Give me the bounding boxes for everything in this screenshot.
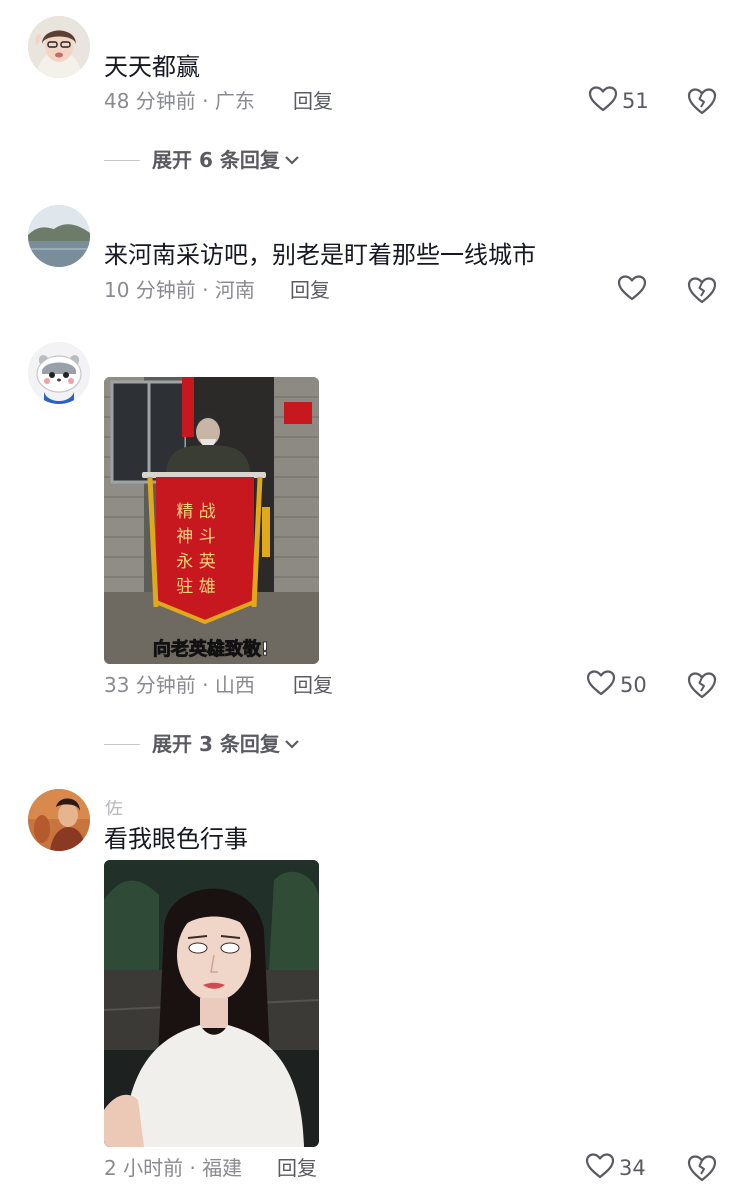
dislike-button[interactable] (686, 1153, 718, 1183)
comment-meta: 10 分钟前 · 河南 (104, 277, 255, 303)
username[interactable]: 佐 (105, 800, 124, 816)
banner-text: 驻 雄 (176, 577, 215, 597)
svg-text:向老英雄致敬!: 向老英雄致敬! (153, 638, 269, 660)
expand-replies-label: 展开 3 条回复 (152, 732, 280, 756)
comment-meta: 48 分钟前 · 广东 (104, 88, 255, 114)
expand-replies-button[interactable]: 展开 3 条回复 (104, 729, 300, 759)
meta-separator: · (202, 278, 209, 302)
comment-image[interactable]: 精 战 神 斗 永 英 驻 雄 向老英雄致敬! (104, 377, 319, 664)
comment-meta: 33 分钟前 · 山西 (104, 672, 255, 698)
banner-text: 神 斗 (176, 527, 215, 547)
svg-text:永 英: 永 英 (176, 552, 215, 572)
heart-outline-icon (588, 85, 618, 117)
banner-text: 永 英 (176, 552, 215, 572)
broken-heart-icon (686, 672, 718, 704)
reply-button[interactable]: 回复 (293, 672, 333, 698)
comment-location: 河南 (214, 278, 255, 302)
svg-text:神 斗: 神 斗 (176, 527, 215, 547)
comment-time: 10 分钟前 (104, 278, 196, 302)
avatar[interactable] (28, 789, 90, 851)
meta-separator: · (202, 673, 209, 697)
banner-text: 精 战 (176, 502, 215, 522)
reply-button[interactable]: 回复 (277, 1155, 317, 1181)
broken-heart-icon (686, 1155, 718, 1187)
image-caption: 向老英雄致敬! (153, 638, 269, 660)
comment-time: 2 小时前 (104, 1156, 184, 1180)
comment-location: 福建 (202, 1156, 243, 1180)
like-count: 51 (622, 89, 649, 113)
avatar[interactable] (28, 16, 90, 78)
heart-outline-icon (585, 1152, 615, 1184)
comment-text: 天天都赢 (104, 53, 200, 81)
dislike-button[interactable] (686, 86, 718, 116)
like-count: 50 (620, 673, 647, 697)
chevron-down-icon (284, 151, 300, 170)
like-button[interactable]: 50 (586, 670, 647, 700)
divider-line (104, 159, 140, 161)
like-button[interactable]: 34 (585, 1153, 646, 1183)
broken-heart-icon (686, 88, 718, 120)
comment-location: 广东 (214, 89, 255, 113)
reply-button[interactable]: 回复 (293, 88, 333, 114)
comment-image[interactable] (104, 860, 319, 1147)
heart-outline-icon (586, 669, 616, 701)
expand-replies-button[interactable]: 展开 6 条回复 (104, 145, 300, 175)
comment-time: 33 分钟前 (104, 673, 196, 697)
like-button[interactable] (617, 275, 651, 305)
divider-line (104, 743, 140, 745)
comment-meta: 2 小时前 · 福建 (104, 1155, 242, 1181)
comment-location: 山西 (214, 673, 255, 697)
reply-button[interactable]: 回复 (290, 277, 330, 303)
dislike-button[interactable] (686, 275, 718, 305)
chevron-down-icon (284, 735, 300, 754)
svg-text:精 战: 精 战 (176, 502, 215, 522)
svg-text:驻 雄: 驻 雄 (176, 577, 215, 597)
meta-separator: · (202, 89, 209, 113)
expand-replies-label: 展开 6 条回复 (152, 148, 280, 172)
dislike-button[interactable] (686, 670, 718, 700)
avatar[interactable] (28, 205, 90, 267)
comment-text: 看我眼色行事 (104, 825, 248, 853)
broken-heart-icon (686, 277, 718, 309)
comment-text: 来河南采访吧，别老是盯着那些一线城市 (104, 241, 536, 269)
comment-time: 48 分钟前 (104, 89, 196, 113)
heart-outline-icon (617, 274, 647, 306)
meta-separator: · (189, 1156, 196, 1180)
like-button[interactable]: 51 (588, 86, 649, 116)
like-count: 34 (619, 1156, 646, 1180)
avatar[interactable] (28, 342, 90, 404)
